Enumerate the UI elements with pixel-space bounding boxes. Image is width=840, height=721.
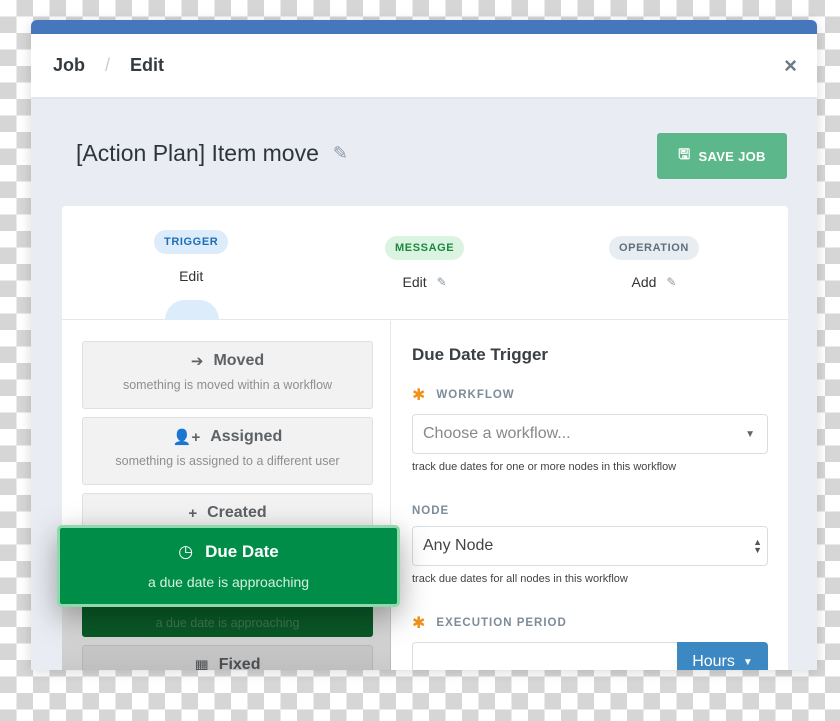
tab-operation[interactable]: OPERATION Add ✎	[609, 236, 699, 290]
workflow-select[interactable]: Choose a workflow... ▼	[412, 414, 768, 454]
save-job-button[interactable]: 🖫 SAVE JOB	[657, 133, 787, 179]
node-label-text: NODE	[412, 505, 450, 517]
option-title: + Created	[83, 504, 372, 522]
dragging-card-title: ◷ Due Date	[60, 542, 397, 562]
period-unit-label: Hours	[692, 653, 735, 670]
dragging-card-description: a due date is approaching	[147, 574, 310, 590]
workflow-label-text: WORKFLOW	[436, 389, 515, 401]
option-title: ➔ Moved	[83, 352, 372, 370]
operation-badge: OPERATION	[609, 236, 699, 260]
breadcrumb-separator: /	[105, 55, 111, 75]
dragging-due-date-card[interactable]: ◷ Due Date a due date is approaching	[57, 525, 400, 607]
required-asterisk-icon: ✱	[412, 387, 427, 404]
message-edit-label: Edit	[402, 274, 427, 290]
floppy-disk-icon: 🖫	[678, 146, 691, 162]
operation-add-label: Add	[631, 274, 657, 290]
option-title-text: Assigned	[210, 428, 283, 445]
workflow-placeholder: Choose a workflow...	[423, 425, 571, 442]
dragging-card-title-text: Due Date	[205, 542, 279, 561]
tab-trigger[interactable]: TRIGGER Edit	[154, 230, 229, 284]
node-select[interactable]: Any Node ▲ ▼	[412, 526, 768, 566]
message-badge: MESSAGE	[385, 236, 465, 260]
trigger-option-fixed[interactable]: ▦ Fixed	[82, 645, 373, 670]
period-unit-dropdown[interactable]: Hours ▼	[677, 642, 768, 670]
option-title-text: Moved	[213, 352, 265, 369]
active-step-indicator	[165, 300, 219, 320]
node-label: NODE	[412, 505, 768, 517]
execution-period-label-text: EXECUTION PERIOD	[436, 617, 567, 629]
execution-period-group: Hours ▼	[412, 642, 768, 670]
option-title: ▦ Fixed	[83, 656, 372, 670]
option-title-text: Fixed	[218, 656, 261, 670]
close-icon[interactable]: ×	[784, 54, 797, 78]
page-title: [Action Plan] Item move	[76, 140, 319, 166]
pencil-icon: ✎	[436, 275, 447, 289]
option-title: 👤+ Assigned	[83, 428, 372, 446]
modal-accent-bar	[31, 20, 817, 34]
trigger-settings-panel: Due Date Trigger ✱ WORKFLOW Choose a wor…	[412, 321, 768, 670]
workflow-label: ✱ WORKFLOW	[412, 385, 768, 405]
chevron-down-icon: ▼	[745, 428, 755, 440]
pencil-icon: ✎	[666, 275, 677, 289]
trigger-step-label: Edit	[179, 268, 203, 284]
breadcrumb-edit: Edit	[130, 55, 165, 75]
chevron-down-icon: ▼	[742, 656, 753, 668]
trigger-badge: TRIGGER	[154, 230, 229, 254]
option-description: something is assigned to a different use…	[115, 454, 340, 468]
sort-arrows-icon: ▲ ▼	[753, 537, 762, 555]
trigger-option-assigned[interactable]: 👤+ Assigned something is assigned to a d…	[82, 417, 373, 485]
plus-icon: +	[188, 504, 198, 522]
option-title-text: Created	[207, 504, 267, 521]
arrow-right-icon: ➔	[190, 353, 204, 370]
modal-header: Job / Edit ×	[31, 34, 817, 99]
node-help: track due dates for all nodes in this wo…	[412, 573, 628, 585]
node-value: Any Node	[423, 537, 494, 554]
calendar-icon: ▦	[194, 657, 209, 670]
option-description: a due date is approaching	[155, 616, 300, 630]
execution-period-input[interactable]	[412, 642, 677, 670]
pencil-icon[interactable]: ✎	[333, 143, 348, 164]
required-asterisk-icon: ✱	[412, 615, 427, 632]
step-tabs: TRIGGER Edit MESSAGE Edit ✎ OPERATION Ad…	[62, 206, 788, 320]
trigger-edit-label: Edit	[179, 268, 204, 284]
clock-icon: ◷	[178, 542, 194, 561]
tab-message[interactable]: MESSAGE Edit ✎	[385, 236, 465, 290]
save-job-label: SAVE JOB	[698, 148, 766, 164]
workflow-help: track due dates for one or more nodes in…	[412, 461, 677, 473]
panel-title: Due Date Trigger	[412, 345, 549, 364]
operation-step-label: Add ✎	[632, 274, 677, 290]
breadcrumb-job[interactable]: Job	[53, 55, 85, 76]
user-plus-icon: 👤+	[172, 429, 201, 446]
message-step-label: Edit ✎	[403, 274, 447, 290]
trigger-option-moved[interactable]: ➔ Moved something is moved within a work…	[82, 341, 373, 409]
title-row: [Action Plan] Item move ✎	[76, 140, 348, 167]
trigger-type-list: ➔ Moved something is moved within a work…	[62, 321, 391, 670]
execution-period-label: ✱ EXECUTION PERIOD	[412, 613, 768, 633]
option-description: something is moved within a workflow	[122, 378, 333, 392]
